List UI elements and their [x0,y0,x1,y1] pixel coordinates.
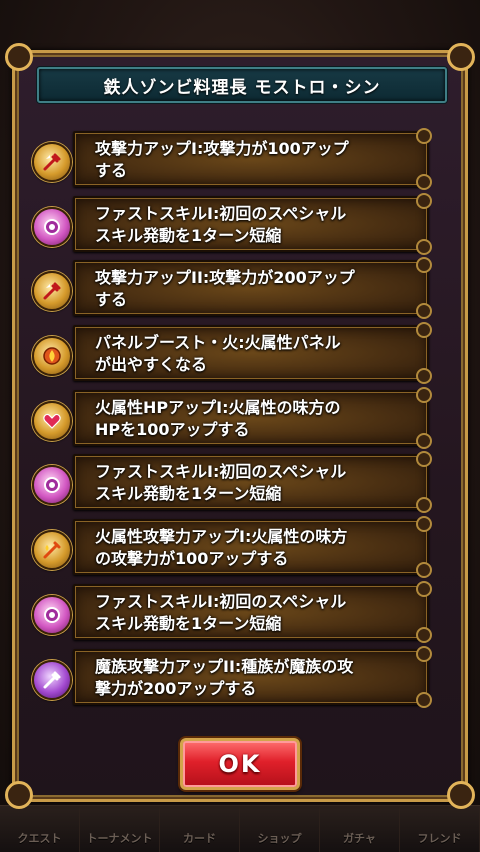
tab-gacha-label: ガチャ [343,832,376,845]
tab-tournament: トーナメント [80,806,160,852]
fast-skill-icon [32,206,72,247]
skill-description: ファストスキルI:初回のスペシャル スキル発動を1ターン短縮 [95,203,347,245]
skill-description: 攻撃力アップII:攻撃力が200アップ する [95,268,355,310]
attack-up-icon [32,142,72,182]
attack-up-icon [32,271,72,312]
corner-ornament [447,43,475,71]
corner-ornament [5,43,33,71]
tab-card: カード [160,806,240,852]
dialog-title-bar: 鉄人ゾンビ料理長 モストロ・シン [37,67,447,103]
ok-button-label: OK [218,750,262,778]
demon-attack-up-icon [32,659,72,700]
skill-item: 攻撃力アップI:攻撃力が100アップ する [32,128,432,190]
skill-description: 火属性HPアップI:火属性の味方の HPを100アップする [95,397,341,439]
tab-shop-label: ショップ [257,832,302,845]
tab-quest-label: クエスト [17,832,62,845]
skill-dialog: 鉄人ゾンビ料理長 モストロ・シン 攻撃力アップI:攻撃力が100アップ する フ… [5,43,475,809]
corner-ornament [5,781,33,809]
skill-item: 攻撃力アップII:攻撃力が200アップ する [32,257,432,320]
corner-ornament [447,781,475,809]
skill-list: 攻撃力アップI:攻撃力が100アップ する ファストスキルI:初回のスペシャル … [32,128,432,713]
dialog-title: 鉄人ゾンビ料理長 モストロ・シン [103,77,381,98]
skill-item: 魔族攻撃力アップII:種族が魔族の攻 撃力が200アップする [32,645,432,708]
fast-skill-icon [32,594,72,635]
skill-item: ファストスキルI:初回のスペシャル スキル発動を1ターン短縮 [32,580,432,643]
ok-button[interactable]: OK [180,738,300,790]
skill-description: 魔族攻撃力アップII:種族が魔族の攻 撃力が200アップする [95,656,354,698]
skill-item: ファストスキルI:初回のスペシャル スキル発動を1ターン短縮 [32,192,432,255]
tab-shop: ショップ [240,806,320,852]
tab-friend-label: フレンド [417,832,462,845]
tab-quest: クエスト [0,806,80,852]
tab-card-label: カード [183,832,216,845]
skill-description: ファストスキルI:初回のスペシャル スキル発動を1ターン短縮 [95,462,347,504]
skill-item: パネルブースト・火:火属性パネル が出やすくなる [32,322,432,385]
tab-gacha: ガチャ [320,806,400,852]
tab-tournament-label: トーナメント [86,832,153,845]
background-tab-bar: クエスト トーナメント カード ショップ ガチャ フレンド [0,805,480,852]
panel-boost-fire-icon [32,336,72,377]
skill-item: 火属性攻撃力アップI:火属性の味方 の攻撃力が100アップする [32,516,432,579]
hp-up-icon [32,400,72,441]
skill-description: ファストスキルI:初回のスペシャル スキル発動を1ターン短縮 [95,591,347,633]
fast-skill-icon [32,465,72,506]
skill-description: 火属性攻撃力アップI:火属性の味方 の攻撃力が100アップする [95,527,348,569]
skill-description: パネルブースト・火:火属性パネル が出やすくなる [95,333,341,375]
skill-description: 攻撃力アップI:攻撃力が100アップ する [95,139,349,180]
skill-item: ファストスキルI:初回のスペシャル スキル発動を1ターン短縮 [32,451,432,514]
fire-attack-up-icon [32,530,72,571]
skill-item: 火属性HPアップI:火属性の味方の HPを100アップする [32,386,432,449]
tab-friend: フレンド [400,806,480,852]
